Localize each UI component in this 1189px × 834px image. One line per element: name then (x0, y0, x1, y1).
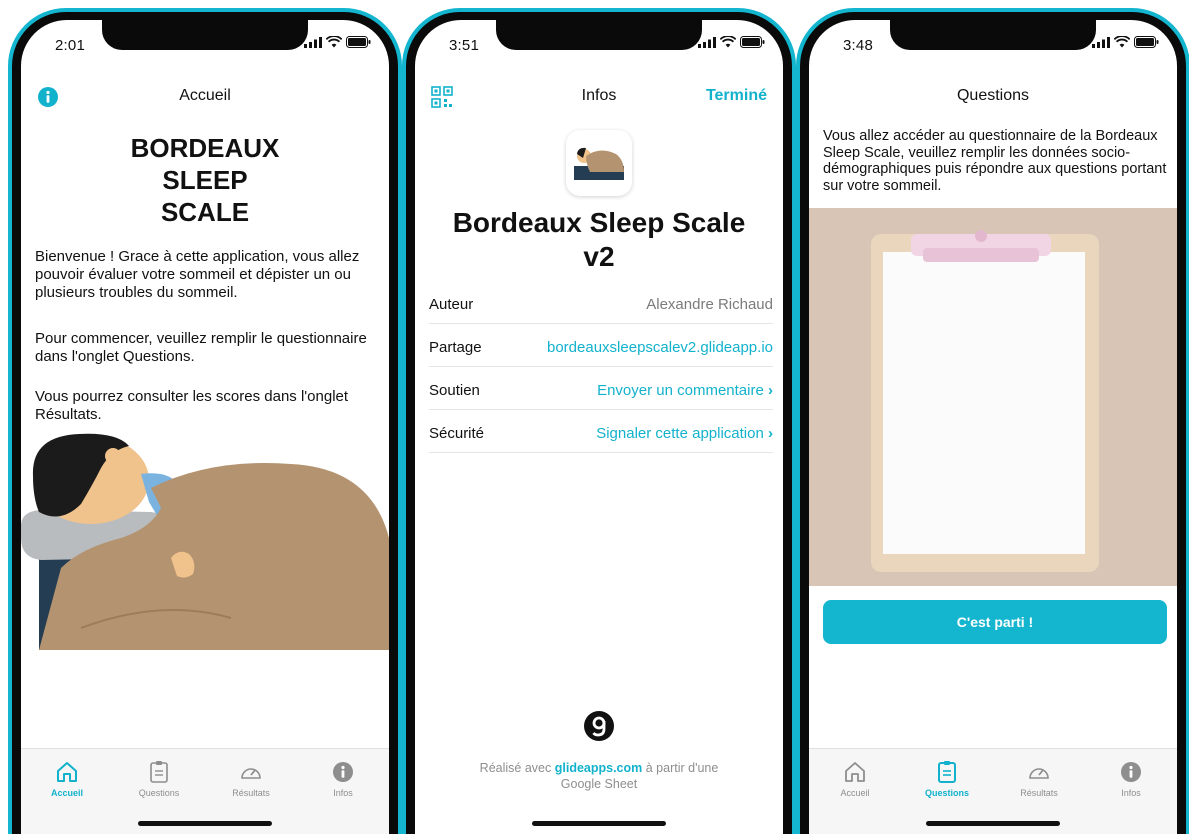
tab-resultats[interactable]: Résultats (221, 758, 281, 798)
screen-accueil: 2:01 Accueil BORDEAUX SLEEP SCALE Bienve… (21, 20, 389, 834)
navbar: Accueil (21, 82, 389, 112)
chevron-right-icon: › (768, 425, 773, 442)
notch (496, 20, 702, 50)
app-name: Bordeaux Sleep Scale v2 (452, 207, 746, 272)
feedback-label: Envoyer un commentaire (597, 382, 764, 399)
clipboard-icon (129, 758, 189, 786)
divider (429, 323, 773, 324)
phone-accueil: 2:01 Accueil BORDEAUX SLEEP SCALE Bienve… (8, 8, 402, 834)
battery-icon (346, 36, 371, 48)
tab-bar: Accueil Questions Résultats Infos (21, 748, 389, 834)
row-author: Auteur Alexandre Richaud (429, 288, 773, 324)
instruction-paragraph: Pour commencer, veuillez remplir le ques… (35, 330, 367, 365)
app-icon (566, 130, 632, 196)
status-icons (304, 36, 371, 48)
info-icon (1101, 758, 1161, 786)
home-icon (825, 758, 885, 786)
wifi-icon (326, 36, 342, 48)
row-support[interactable]: Soutien Envoyer un commentaire › (429, 374, 773, 410)
start-button[interactable]: C'est parti ! (823, 600, 1167, 644)
tab-label: Infos (1121, 788, 1141, 798)
page-title: Questions (956, 87, 1030, 104)
wifi-icon (1114, 36, 1130, 48)
wifi-icon (720, 36, 736, 48)
heading-line: SCALE (160, 197, 250, 227)
footer-prefix: Réalisé avec (479, 761, 552, 775)
clipboard-photo (809, 208, 1177, 586)
tab-label: Questions (138, 788, 180, 798)
welcome-paragraph: Bienvenue ! Grace à cette application, v… (35, 248, 360, 301)
row-share[interactable]: Partage bordeauxsleepscalev2.glideapp.io (429, 331, 773, 367)
sleeping-person-illustration (21, 433, 389, 650)
tab-accueil[interactable]: Accueil (825, 758, 885, 798)
report-link[interactable]: Signaler cette application › (596, 425, 773, 442)
battery-icon (1134, 36, 1159, 48)
signal-icon (304, 36, 322, 48)
tab-label: Questions (924, 788, 969, 798)
phone-infos: 3:51 Infos Terminé Bordeaux Sleep Scale … (402, 8, 796, 834)
gauge-icon (221, 758, 281, 786)
tab-label: Infos (333, 788, 353, 798)
glideapps-link[interactable]: glideapps.com (555, 761, 643, 775)
status-icons (698, 36, 765, 48)
signal-icon (698, 36, 716, 48)
tab-label: Accueil (840, 788, 870, 798)
home-indicator[interactable] (138, 821, 272, 826)
navbar: Infos Terminé (415, 82, 783, 112)
footer: Réalisé avec glideapps.com à partir d'un… (415, 760, 783, 792)
tab-questions[interactable]: Questions (129, 758, 189, 798)
signal-icon (1092, 36, 1110, 48)
navbar: Questions (809, 82, 1177, 112)
tab-questions[interactable]: Questions (917, 758, 977, 798)
tab-label: Résultats (232, 788, 270, 798)
heading-line: BORDEAUX (130, 133, 280, 163)
gauge-icon (1009, 758, 1069, 786)
screen-questions: 3:48 Questions Vous allez accéder au que… (809, 20, 1177, 834)
page-title: Accueil (179, 87, 231, 104)
tab-label: Résultats (1020, 788, 1058, 798)
divider (429, 409, 773, 410)
info-icon (313, 758, 373, 786)
screen-infos: 3:51 Infos Terminé Bordeaux Sleep Scale … (415, 20, 783, 834)
author-value: Alexandre Richaud (646, 296, 773, 313)
done-button[interactable]: Terminé (706, 87, 767, 105)
tab-resultats[interactable]: Résultats (1009, 758, 1069, 798)
report-label: Signaler cette application (596, 425, 764, 442)
tab-infos[interactable]: Infos (313, 758, 373, 798)
row-label: Partage (429, 339, 482, 356)
heading-line: SLEEP (162, 165, 248, 195)
tab-accueil[interactable]: Accueil (37, 758, 97, 798)
notch (890, 20, 1096, 50)
status-time: 2:01 (55, 37, 85, 54)
questionnaire-intro: Vous allez accéder au questionnaire de l… (823, 128, 1167, 194)
divider (429, 452, 773, 453)
footer-suffix: à partir d'une (645, 761, 719, 775)
row-label: Auteur (429, 296, 474, 313)
row-label: Soutien (429, 382, 480, 399)
footer-line2: Google Sheet (560, 777, 638, 791)
battery-icon (740, 36, 765, 48)
row-label: Sécurité (429, 425, 485, 442)
status-time: 3:48 (843, 37, 873, 54)
status-icons (1092, 36, 1159, 48)
home-indicator[interactable] (532, 821, 666, 826)
app-heading: BORDEAUX SLEEP SCALE (21, 132, 389, 228)
home-icon (37, 758, 97, 786)
row-security[interactable]: Sécurité Signaler cette application › (429, 417, 773, 453)
chevron-right-icon: › (768, 382, 773, 399)
share-link[interactable]: bordeauxsleepscalev2.glideapp.io (547, 339, 773, 356)
feedback-link[interactable]: Envoyer un commentaire › (597, 382, 773, 399)
phone-questions: 3:48 Questions Vous allez accéder au que… (796, 8, 1189, 834)
home-indicator[interactable] (926, 821, 1060, 826)
tab-bar: Accueil Questions Résultats Infos (809, 748, 1177, 834)
notch (102, 20, 308, 50)
tab-infos[interactable]: Infos (1101, 758, 1161, 798)
results-paragraph: Vous pourrez consulter les scores dans l… (35, 388, 349, 423)
glide-logo-icon (583, 710, 615, 747)
clipboard-icon (917, 758, 977, 786)
tab-label: Accueil (50, 788, 83, 798)
status-time: 3:51 (449, 37, 479, 54)
divider (429, 366, 773, 367)
